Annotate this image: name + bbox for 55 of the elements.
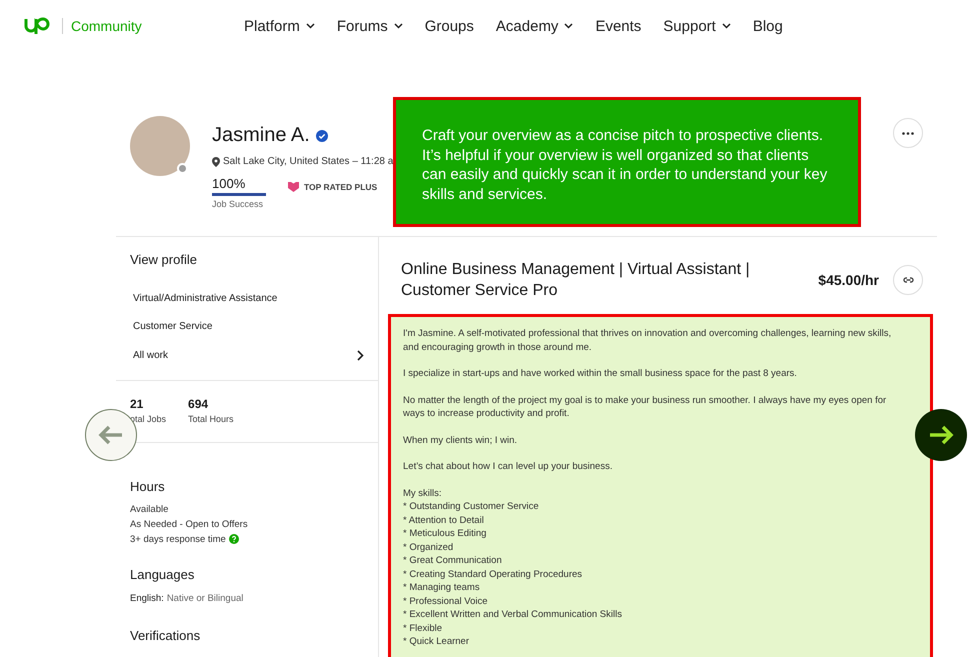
skill-item: * Great Communication (403, 554, 503, 568)
overview-paragraph: When my clients win; I win. (403, 434, 518, 447)
nav-link[interactable]: Academy (496, 18, 574, 34)
skill-item: * Quick Learner (403, 635, 470, 648)
skill-item: * Attention to Detail (403, 514, 485, 527)
job-success-label: Job Success (212, 199, 264, 209)
skill-item: * Professional Voice (403, 594, 488, 608)
profile-name: Jasmine A. (212, 124, 310, 147)
arrow-left-icon (98, 425, 124, 445)
specialization-link[interactable]: All work (130, 341, 364, 370)
skill-item: * Creating Standard Operating Procedures (403, 568, 584, 581)
nav-link[interactable]: Groups (424, 18, 474, 34)
next-button[interactable] (915, 409, 967, 461)
overview-paragraph: No matter the length of the project my goal is to make your business run smoother. I always have my eyes open for ways to increase productivity and profit. (403, 394, 888, 420)
job-success-value: 100% (212, 176, 246, 191)
more-icon (902, 132, 914, 134)
overview-paragraph: I'm Jasmine. A self-motivated professional that thrives on innovation and overcoming challenges, learning new skills, and encouraging growth in those around me. (403, 327, 892, 354)
skill-item: * Outstanding Customer Service (403, 500, 540, 514)
skill-item: * Excellent Written and Verbal Communication Skills (403, 608, 623, 622)
skill-item: * Meticulous Editing (403, 527, 488, 540)
stat-label: Total Hours (188, 414, 234, 424)
skill-item: * Organized (403, 540, 454, 554)
nav-link[interactable]: Support (663, 18, 731, 34)
overview-paragraph: I specialize in start-ups and have worked within the small business space for the past 8 years. (403, 367, 798, 380)
skill-item: * Flexible (403, 622, 444, 635)
help-icon[interactable] (228, 534, 239, 544)
language-text: English: Native or Bilingual (130, 592, 244, 606)
section-heading: View profile (130, 252, 198, 267)
hours-text: Available (130, 502, 168, 516)
top-rated-label: TOP RATED PLUS (304, 182, 378, 192)
section-heading: Verifications (130, 628, 202, 642)
hours-text: As Needed - Open to Offers (130, 518, 248, 532)
link-icon (902, 277, 914, 283)
arrow-right-icon (928, 425, 954, 445)
specialization-link[interactable]: Customer Service (130, 312, 364, 341)
stat-value: 21 (130, 396, 144, 410)
location-pin-icon (212, 156, 220, 166)
shield-icon (288, 181, 299, 192)
hourly-rate: $45.00/hr (818, 272, 879, 288)
skills-heading: My skills: (403, 486, 443, 500)
nav-link[interactable]: Events (595, 18, 642, 34)
section-heading: Hours (130, 478, 166, 494)
skill-item: * Managing teams (403, 581, 481, 594)
nav-link[interactable]: Platform (244, 18, 315, 34)
nav-link[interactable]: Forums (336, 18, 403, 34)
nav-link[interactable]: Blog (752, 18, 783, 34)
job-title: Online Business Management | Virtual Assistant | Customer Service Pro (401, 260, 751, 301)
stat-value: 694 (188, 396, 210, 410)
location-text: Salt Lake City, United States – 11:28 a (223, 156, 394, 167)
tip-callout: Craft your overview as a concise pitch to prospective clients. It’s helpful if your overview is well organized so that clients can easily and quickly scan it in order to understand your key skills and services. (393, 97, 861, 227)
overview-paragraph: Let’s chat about how I can level up your business. (403, 460, 614, 474)
specialization-link[interactable]: Virtual/Administrative Assistance (130, 284, 364, 312)
section-heading: Languages (130, 566, 196, 582)
hours-text: 3+ days response time (130, 532, 226, 546)
link-button[interactable] (893, 265, 923, 295)
